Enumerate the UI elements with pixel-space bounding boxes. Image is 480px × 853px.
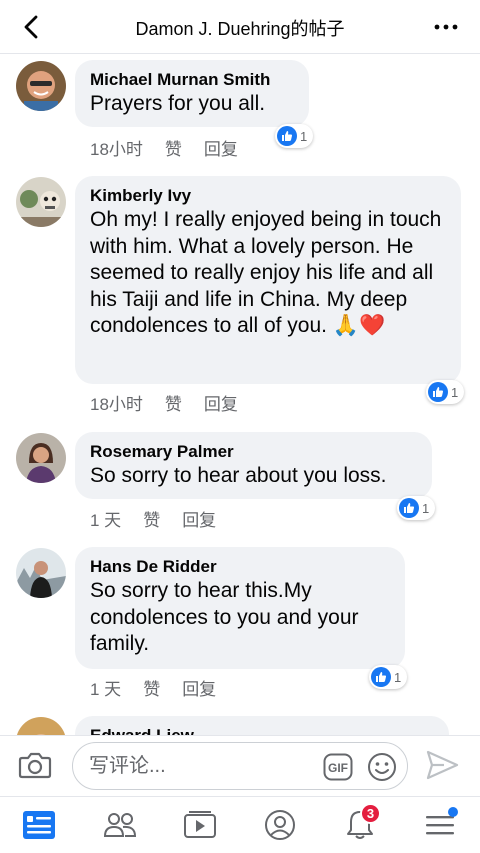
comment-input[interactable]	[89, 751, 309, 781]
like-button[interactable]: 赞	[143, 506, 160, 531]
comment-author[interactable]: Rosemary Palmer	[90, 441, 416, 463]
comment-actions: 1 天 赞 回复	[90, 675, 216, 700]
comment-bubble[interactable]: Hans De Ridder So sorry to hear this.My …	[75, 547, 405, 669]
page-title: Damon J. Duehring的帖子	[135, 19, 345, 39]
watch-video-icon	[184, 811, 216, 838]
avatar-photo-icon	[16, 177, 66, 227]
avatar-photo-icon	[16, 548, 66, 598]
reaction-count: 1	[422, 500, 430, 516]
tab-menu[interactable]	[418, 805, 462, 845]
smiley-icon	[368, 753, 396, 781]
like-button[interactable]: 赞	[165, 390, 182, 415]
reaction-count: 1	[394, 669, 402, 685]
avatar-photo-icon	[16, 61, 66, 111]
comment-actions: 18小时 赞 回复	[90, 390, 238, 415]
tab-profile[interactable]	[258, 805, 302, 845]
reaction-count-badge[interactable]: 1	[275, 124, 314, 148]
emoji-button[interactable]	[367, 752, 397, 782]
reaction-count-badge[interactable]: 1	[426, 380, 465, 404]
like-button[interactable]: 赞	[143, 675, 160, 700]
reply-button[interactable]: 回复	[204, 390, 238, 415]
comment-bubble[interactable]: Rosemary Palmer So sorry to hear about y…	[75, 432, 432, 499]
reply-button[interactable]: 回复	[182, 506, 216, 531]
camera-button[interactable]	[18, 750, 52, 780]
thumbs-up-icon	[399, 498, 419, 518]
more-options-button[interactable]	[430, 12, 462, 42]
reaction-count: 1	[451, 384, 459, 400]
menu-unread-dot	[448, 807, 458, 817]
avatar[interactable]	[16, 177, 66, 227]
comment-author[interactable]: Kimberly Ivy	[90, 185, 445, 207]
comment-author[interactable]: Michael Murnan Smith	[90, 69, 293, 91]
gif-button[interactable]: GIF	[323, 753, 353, 781]
reaction-count: 1	[300, 128, 308, 144]
tab-watch[interactable]	[178, 805, 222, 845]
avatar-photo-icon	[16, 433, 66, 483]
comment-time: 18小时	[90, 140, 143, 159]
like-button[interactable]: 赞	[165, 135, 182, 160]
comment-author[interactable]: Hans De Ridder	[90, 556, 389, 578]
comment-composer: GIF	[0, 735, 480, 795]
gif-label: GIF	[328, 761, 348, 775]
send-button[interactable]	[424, 749, 460, 781]
reaction-count-badge[interactable]: 1	[369, 665, 408, 689]
comment-input-container[interactable]: GIF	[72, 742, 408, 790]
thumbs-up-icon	[277, 126, 297, 146]
gif-icon: GIF	[323, 753, 353, 781]
tab-news-feed[interactable]	[18, 805, 62, 845]
avatar[interactable]	[16, 61, 66, 111]
comment-actions: 1 天 赞 回复	[90, 506, 216, 531]
friends-icon	[103, 813, 137, 837]
camera-icon	[18, 752, 52, 779]
comments-list: Michael Murnan Smith Prayers for you all…	[0, 55, 480, 735]
reply-button[interactable]: 回复	[182, 675, 216, 700]
tab-friends[interactable]	[98, 805, 142, 845]
comment-text: Oh my! I really enjoyed being in touch w…	[90, 208, 442, 337]
avatar[interactable]	[16, 433, 66, 483]
profile-icon	[265, 810, 295, 840]
comment-time: 1 天	[90, 511, 122, 530]
comment-actions: 18小时 赞 回复	[90, 135, 238, 160]
thumbs-up-icon	[428, 382, 448, 402]
top-navigation-bar: Damon J. Duehring的帖子	[0, 0, 480, 54]
comment-time: 18小时	[90, 395, 143, 414]
tab-notifications[interactable]: 3	[338, 803, 382, 845]
news-feed-icon	[23, 811, 55, 839]
comment-text: Prayers for you all.	[90, 92, 266, 115]
notification-badge: 3	[360, 803, 381, 824]
comment-time: 1 天	[90, 680, 122, 699]
avatar[interactable]	[16, 717, 66, 735]
reaction-count-badge[interactable]: 1	[397, 496, 436, 520]
ellipsis-icon	[434, 24, 458, 30]
thumbs-up-icon	[371, 667, 391, 687]
comment-text: So sorry to hear this.My condolences to …	[90, 579, 359, 655]
reply-button[interactable]: 回复	[204, 135, 238, 160]
comment-author[interactable]: Edward Liew	[90, 725, 433, 735]
avatar[interactable]	[16, 548, 66, 598]
bottom-tab-bar: 3	[0, 796, 480, 853]
comment-bubble[interactable]: Kimberly Ivy Oh my! I really enjoyed bei…	[75, 176, 461, 384]
comment-bubble[interactable]: Michael Murnan Smith Prayers for you all…	[75, 60, 309, 127]
send-icon	[426, 750, 459, 780]
comment-bubble[interactable]: Edward Liew	[75, 716, 449, 735]
comment-text: So sorry to hear about you loss.	[90, 464, 387, 487]
avatar-photo-icon	[16, 717, 66, 735]
